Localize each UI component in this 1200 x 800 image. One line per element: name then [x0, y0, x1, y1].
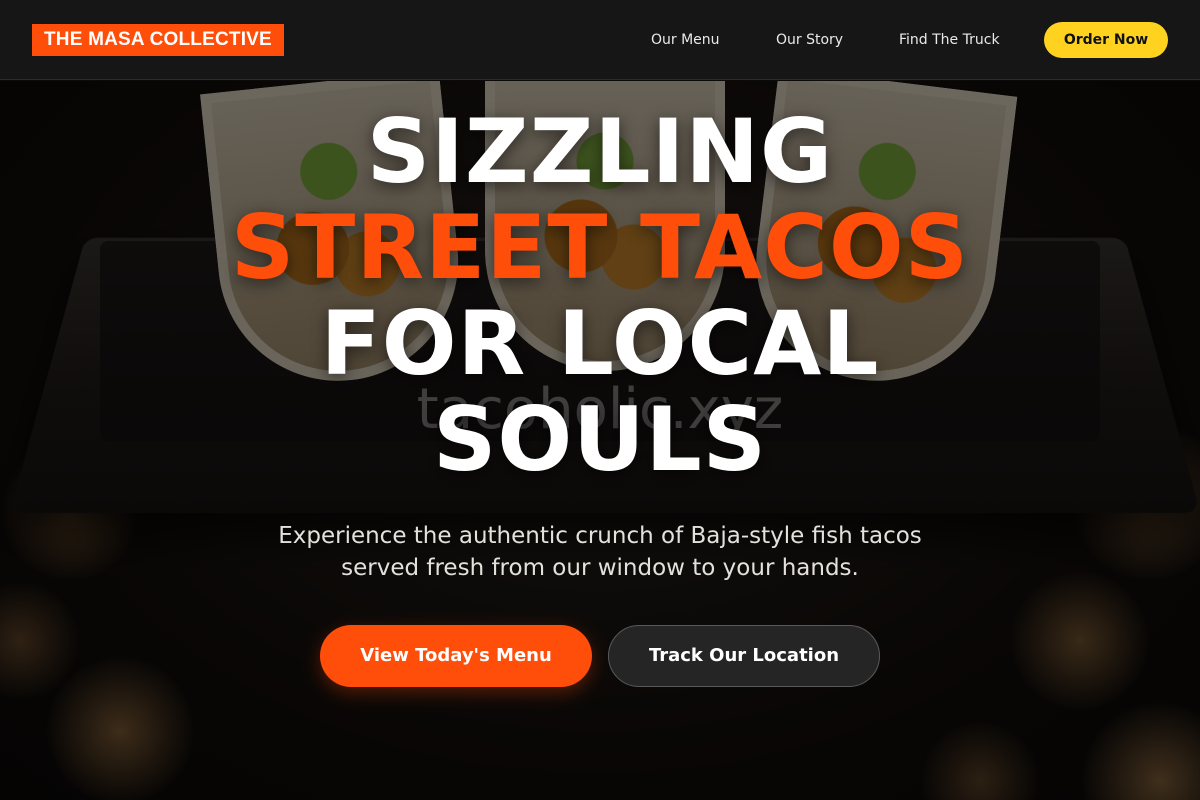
hero-subtitle: Experience the authentic crunch of Baja-…	[250, 520, 950, 584]
nav-link-our-story[interactable]: Our Story	[776, 30, 843, 50]
hero-headline: SIZZLING STREET TACOS FOR LOCAL SOULS	[0, 104, 1200, 488]
order-now-button[interactable]: Order Now	[1044, 22, 1168, 58]
subtitle-line-1: Experience the authentic crunch of Baja-…	[278, 523, 922, 549]
subtitle-line-2: served fresh from our window to your han…	[341, 555, 859, 581]
headline-line-3: FOR LOCAL	[320, 292, 880, 395]
nav-link-find-the-truck[interactable]: Find The Truck	[899, 30, 1000, 50]
view-menu-button[interactable]: View Today's Menu	[320, 625, 592, 687]
headline-line-2-accent: STREET TACOS	[230, 196, 970, 299]
headline-line-1: SIZZLING	[366, 100, 834, 203]
headline-line-4: SOULS	[432, 388, 768, 491]
track-location-button[interactable]: Track Our Location	[608, 625, 880, 687]
nav-link-our-menu[interactable]: Our Menu	[651, 30, 720, 50]
brand-logo[interactable]: THE MASA COLLECTIVE	[32, 24, 284, 56]
site-header: THE MASA COLLECTIVE Our Menu Our Story F…	[0, 0, 1200, 80]
